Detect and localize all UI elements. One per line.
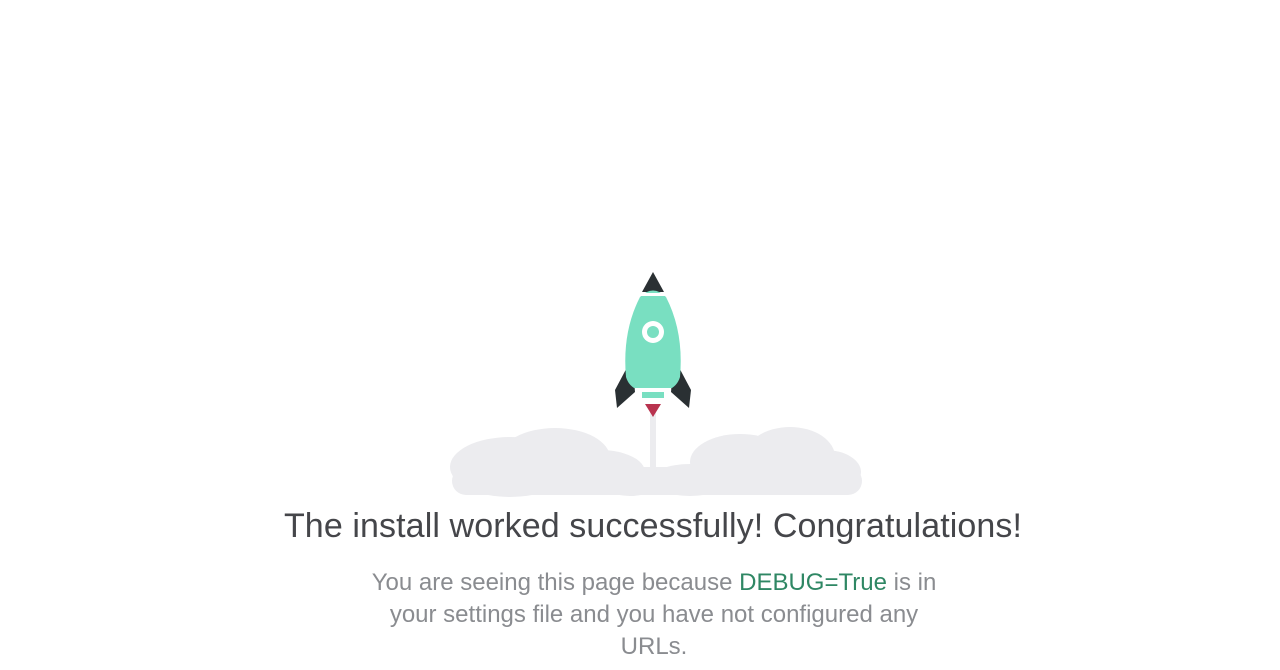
rocket-launch-illustration xyxy=(440,262,870,502)
rocket-flame xyxy=(645,404,661,417)
django-welcome-page: The install worked successfully! Congrat… xyxy=(0,0,1280,670)
rocket-nose xyxy=(642,272,664,292)
rocket-launch-icon xyxy=(450,272,862,497)
debug-setting-highlight: DEBUG=True xyxy=(739,569,887,596)
rocket-nozzle xyxy=(642,392,664,398)
explanation-text-start: You are seeing this page because xyxy=(371,569,740,596)
rocket-stripe xyxy=(640,293,666,296)
success-heading: The install worked successfully! Congrat… xyxy=(283,507,1023,545)
debug-explanation: You are seeing this page because DEBUG=T… xyxy=(358,567,950,663)
